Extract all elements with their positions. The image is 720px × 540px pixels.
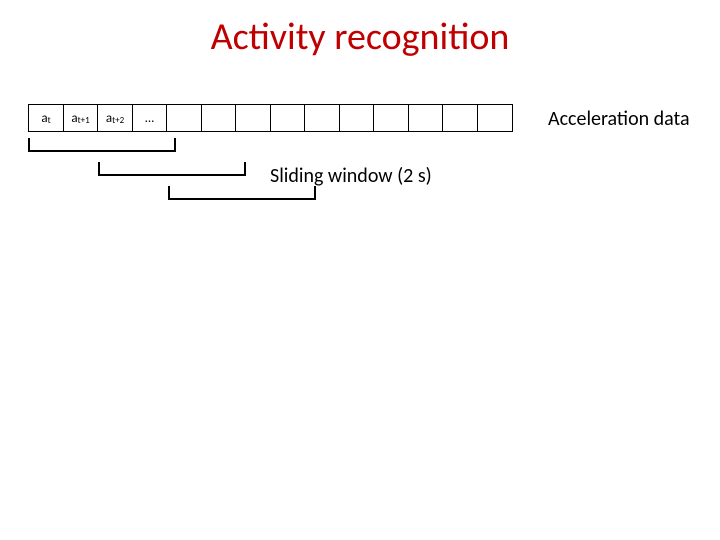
- sliding-window-label: Sliding window (2 s): [270, 164, 432, 188]
- cell-empty: [339, 104, 375, 132]
- cell-a-t-plus-2: at+2: [97, 104, 133, 132]
- data-cells-row: at at+1 at+2 ...: [28, 104, 513, 132]
- cell-a-t: at: [28, 104, 64, 132]
- cell-empty: [373, 104, 409, 132]
- cell-a-t-plus-1: at+1: [63, 104, 99, 132]
- cell-empty: [166, 104, 202, 132]
- window-bracket-2: [98, 162, 246, 176]
- cell-empty: [442, 104, 478, 132]
- cell-empty: [304, 104, 340, 132]
- cell-empty: [235, 104, 271, 132]
- cell-empty: [408, 104, 444, 132]
- cell-empty: [477, 104, 513, 132]
- cell-empty: [270, 104, 306, 132]
- window-bracket-1: [28, 138, 176, 152]
- slide-title: Activity recognition: [0, 14, 720, 60]
- cell-ellipsis: ...: [132, 104, 168, 132]
- acceleration-data-label: Acceleration data: [548, 107, 690, 131]
- cell-empty: [201, 104, 237, 132]
- window-bracket-3: [168, 186, 316, 200]
